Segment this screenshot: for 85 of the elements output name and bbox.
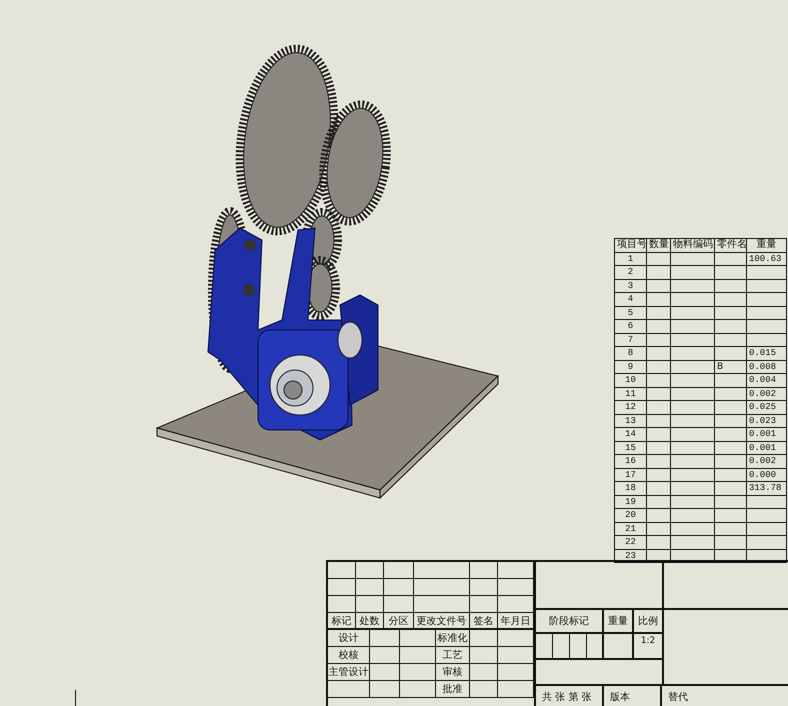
- item-number-cell: 19: [614, 495, 646, 508]
- sheet-count-label: 共 张 第 张: [536, 686, 604, 706]
- blank-cell: [470, 647, 498, 664]
- blank-cell: [470, 630, 498, 647]
- weight-cell: 0.015: [746, 346, 786, 360]
- item-number-cell: 2: [614, 266, 646, 279]
- weight-cell: 0.001: [746, 428, 786, 441]
- blank-cell: [553, 634, 570, 660]
- weight-cell: 0.002: [746, 387, 786, 400]
- blank-cell: [370, 647, 400, 664]
- item-number-cell: 13: [614, 414, 646, 428]
- blank-cell: [414, 579, 470, 596]
- blank-cell: [587, 634, 604, 660]
- weight-cell: 0.023: [746, 414, 786, 428]
- blank-cell: [356, 596, 384, 613]
- scale-value: 1:2: [634, 634, 662, 660]
- weight-cell: 0.025: [746, 400, 786, 414]
- revision-header: 标记: [328, 613, 356, 630]
- blank-cell: [370, 681, 400, 698]
- item-number-cell: 15: [614, 441, 646, 454]
- weight-cell: 0.000: [746, 468, 786, 482]
- item-number-cell: 7: [614, 333, 646, 346]
- sign-role-label: 设计: [328, 630, 370, 647]
- item-number-cell: 10: [614, 374, 646, 387]
- blank-cell: [604, 634, 634, 660]
- check-role-label: 审核: [436, 664, 470, 681]
- blank-cell: [470, 681, 498, 698]
- weight-cell: 0.002: [746, 454, 786, 468]
- check-role-label: 批准: [436, 681, 470, 698]
- weight-cell: 100.63: [746, 252, 786, 266]
- sign-role-label: 主管设计: [328, 664, 370, 681]
- item-number-cell: 12: [614, 400, 646, 414]
- column-header: 物料编码: [670, 238, 714, 252]
- item-number-cell: 4: [614, 292, 646, 306]
- revision-header: 签名: [470, 613, 498, 630]
- blank-cell: [470, 664, 498, 681]
- revision-header: 分区: [384, 613, 414, 630]
- item-number-cell: 21: [614, 522, 646, 536]
- check-role-label: 工艺: [436, 647, 470, 664]
- item-number-cell: 17: [614, 468, 646, 482]
- item-number-cell: 14: [614, 428, 646, 441]
- blank-cell: [356, 579, 384, 596]
- blank-cell: [384, 579, 414, 596]
- scale-label: 比例: [634, 610, 662, 634]
- blank-cell: [400, 664, 436, 681]
- blank-cell: [400, 681, 436, 698]
- item-number-cell: 5: [614, 306, 646, 320]
- check-role-label: 标准化: [436, 630, 470, 647]
- item-number-cell: 3: [614, 279, 646, 292]
- item-number-cell: 16: [614, 454, 646, 468]
- item-number-cell: 23: [614, 549, 646, 562]
- weight-cell: 313.78: [746, 482, 786, 495]
- column-header: 项目号: [614, 238, 646, 252]
- column-header: 数量: [646, 238, 670, 252]
- item-number-cell: 9: [614, 360, 646, 374]
- item-number-cell: 8: [614, 346, 646, 360]
- column-header: 重量: [746, 238, 786, 252]
- revision-header: 年月日: [498, 613, 534, 630]
- revision-header: 更改文件号: [414, 613, 470, 630]
- version-label: 版本: [604, 686, 662, 706]
- blank-cell: [400, 630, 436, 647]
- stage-mark-label: 阶段标记: [536, 610, 604, 634]
- blank-cell: [470, 596, 498, 613]
- column-header: 零件名: [714, 238, 746, 252]
- weight-cell: 0.008: [746, 360, 786, 374]
- weight-label: 重量: [604, 610, 634, 634]
- revision-header: 处数: [356, 613, 384, 630]
- item-number-cell: 11: [614, 387, 646, 400]
- weight-cell: 0.004: [746, 374, 786, 387]
- item-number-cell: 1: [614, 252, 646, 266]
- blank-cell: [470, 579, 498, 596]
- blank-cell: [400, 647, 436, 664]
- blank-cell: [384, 596, 414, 613]
- weight-cell: 0.001: [746, 441, 786, 454]
- blank-cell: [414, 596, 470, 613]
- item-number-cell: 20: [614, 508, 646, 522]
- sign-role-label: 校核: [328, 647, 370, 664]
- blank-cell: [370, 664, 400, 681]
- item-number-cell: 6: [614, 320, 646, 333]
- item-number-cell: 22: [614, 536, 646, 549]
- part-name-cell: B: [714, 360, 746, 374]
- blank-cell: [570, 634, 587, 660]
- item-number-cell: 18: [614, 482, 646, 495]
- blank-cell: [370, 630, 400, 647]
- replaces-label: 替代: [667, 690, 689, 705]
